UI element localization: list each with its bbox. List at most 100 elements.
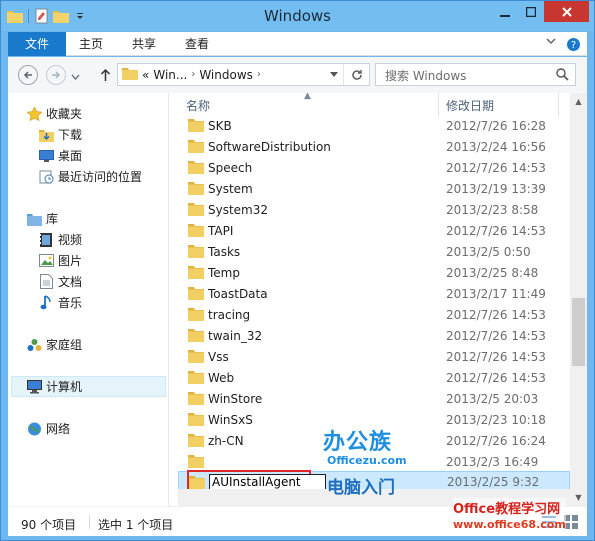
- nav-label: 桌面: [58, 149, 83, 163]
- tab-view[interactable]: 查看: [172, 32, 222, 56]
- nav-libraries[interactable]: 库: [26, 208, 166, 229]
- pane-divider[interactable]: [168, 93, 169, 506]
- nav-music[interactable]: 音乐: [38, 292, 166, 313]
- chevron-right-icon[interactable]: ›: [257, 69, 261, 80]
- nav-favorites[interactable]: 收藏夹: [26, 103, 166, 124]
- file-date: 2012/7/26 14:53: [446, 349, 546, 364]
- table-row[interactable]: Temp 2013/2/25 8:48: [178, 262, 570, 283]
- search-box[interactable]: 搜索 Windows: [375, 63, 576, 86]
- music-note-icon: [38, 295, 54, 311]
- nav-network[interactable]: 网络: [26, 418, 166, 439]
- nav-videos[interactable]: 视频: [38, 229, 166, 250]
- scroll-up-icon[interactable]: ▲: [570, 93, 587, 110]
- scroll-thumb[interactable]: [572, 298, 585, 366]
- file-name: Tasks: [208, 244, 241, 259]
- table-row[interactable]: Tasks 2013/2/5 0:50: [178, 241, 570, 262]
- search-placeholder: 搜索 Windows: [385, 69, 467, 83]
- file-date: 2013/2/17 11:49: [446, 286, 546, 301]
- table-row[interactable]: ToastData 2013/2/17 11:49: [178, 283, 570, 304]
- breadcrumb-segment[interactable]: Windows: [199, 68, 253, 82]
- tab-file[interactable]: 文件: [8, 32, 66, 56]
- file-name: System32: [208, 202, 269, 217]
- file-name: WinStore: [208, 391, 263, 406]
- address-history-dropdown[interactable]: [327, 64, 341, 85]
- nav-label: 文档: [58, 275, 83, 289]
- table-row[interactable]: Speech 2012/7/26 14:53: [178, 157, 570, 178]
- forward-button[interactable]: [46, 65, 66, 85]
- nav-homegroup[interactable]: 家庭组: [26, 334, 166, 355]
- nav-computer[interactable]: 计算机: [11, 376, 166, 397]
- scroll-down-icon[interactable]: ▼: [570, 489, 587, 506]
- table-row[interactable]: Vss 2012/7/26 14:53: [178, 346, 570, 367]
- file-date: 2013/2/23 10:18: [446, 412, 546, 427]
- minimize-button[interactable]: [492, 1, 518, 22]
- explorer-window: Windows 文件 主页 共享 查看 ? « Win... › Windows…: [0, 0, 595, 541]
- chevron-right-icon[interactable]: ›: [191, 69, 195, 80]
- recent-locations-icon[interactable]: [71, 70, 80, 84]
- large-icons-view-icon[interactable]: [564, 515, 578, 532]
- file-name: TAPI: [208, 223, 234, 238]
- navigation-pane: 收藏夹 下载 桌面 最近访问的位置 库 视频 图片 文档 音乐 家庭组 计算机 …: [8, 93, 168, 506]
- vertical-scrollbar[interactable]: ▲ ▼: [570, 93, 587, 506]
- tab-home[interactable]: 主页: [66, 32, 116, 56]
- address-bar[interactable]: « Win... › Windows ›: [117, 63, 370, 86]
- help-icon[interactable]: ?: [567, 38, 580, 51]
- nav-recent-places[interactable]: 最近访问的位置: [38, 166, 166, 187]
- table-row[interactable]: SKB 2012/7/26 16:28: [178, 115, 570, 136]
- close-button[interactable]: [544, 1, 589, 22]
- nav-label: 图片: [58, 254, 83, 268]
- expand-ribbon-icon[interactable]: [546, 38, 556, 46]
- download-folder-icon: [38, 127, 54, 143]
- maximize-button[interactable]: [518, 1, 544, 22]
- ribbon-tabs: 文件 主页 共享 查看 ?: [8, 32, 587, 56]
- watermark-tagline: 电脑入门: [327, 478, 395, 498]
- file-name: WinSxS: [208, 412, 253, 427]
- nav-pictures[interactable]: 图片: [38, 250, 166, 271]
- refresh-icon: [351, 69, 362, 80]
- nav-label: 计算机: [46, 380, 83, 394]
- file-name: SKB: [208, 118, 232, 133]
- refresh-button[interactable]: [343, 64, 369, 85]
- arrow-left-icon: [23, 71, 32, 79]
- nav-label: 收藏夹: [46, 107, 83, 121]
- column-divider[interactable]: [558, 93, 559, 117]
- column-header-date[interactable]: 修改日期: [446, 93, 494, 117]
- file-name: zh-CN: [208, 433, 244, 448]
- video-icon: [38, 232, 54, 248]
- network-icon: [26, 421, 42, 437]
- column-header-name[interactable]: 名称: [186, 93, 210, 117]
- file-name: Temp: [208, 265, 240, 280]
- table-row[interactable]: WinStore 2013/2/5 20:03: [178, 388, 570, 409]
- watermark-logo-url: Officezu.com: [327, 454, 407, 467]
- back-button[interactable]: [18, 65, 38, 85]
- computer-icon: [26, 379, 42, 395]
- nav-label: 音乐: [58, 296, 83, 310]
- file-date: 2012/7/26 16:28: [446, 118, 546, 133]
- folder-icon: [188, 139, 204, 156]
- column-divider[interactable]: [438, 93, 439, 117]
- breadcrumb-segment[interactable]: Win...: [153, 68, 187, 82]
- address-overflow[interactable]: «: [142, 68, 149, 82]
- table-row[interactable]: SoftwareDistribution 2013/2/24 16:56: [178, 136, 570, 157]
- table-row[interactable]: twain_32 2012/7/26 14:53: [178, 325, 570, 346]
- folder-icon: [188, 160, 204, 177]
- watermark-site: Office教程学习网 www.office68.com: [453, 498, 566, 532]
- search-icon[interactable]: [556, 68, 569, 84]
- tab-share[interactable]: 共享: [119, 32, 169, 56]
- table-row[interactable]: tracing 2012/7/26 14:53: [178, 304, 570, 325]
- file-name: twain_32: [208, 328, 263, 343]
- table-row[interactable]: TAPI 2012/7/26 14:53: [178, 220, 570, 241]
- folder-icon: [188, 454, 204, 471]
- table-row[interactable]: System 2013/2/19 13:39: [178, 178, 570, 199]
- file-name: Web: [208, 370, 235, 385]
- folder-icon: [188, 433, 204, 450]
- svg-text:?: ?: [571, 40, 576, 51]
- folder-icon: [188, 307, 204, 324]
- nav-desktop[interactable]: 桌面: [38, 145, 166, 166]
- up-button[interactable]: [97, 65, 113, 85]
- nav-downloads[interactable]: 下载: [38, 124, 166, 145]
- nav-documents[interactable]: 文档: [38, 271, 166, 292]
- table-row[interactable]: Web 2012/7/26 14:53: [178, 367, 570, 388]
- table-row[interactable]: System32 2013/2/23 8:58: [178, 199, 570, 220]
- file-date: 2012/7/26 14:53: [446, 370, 546, 385]
